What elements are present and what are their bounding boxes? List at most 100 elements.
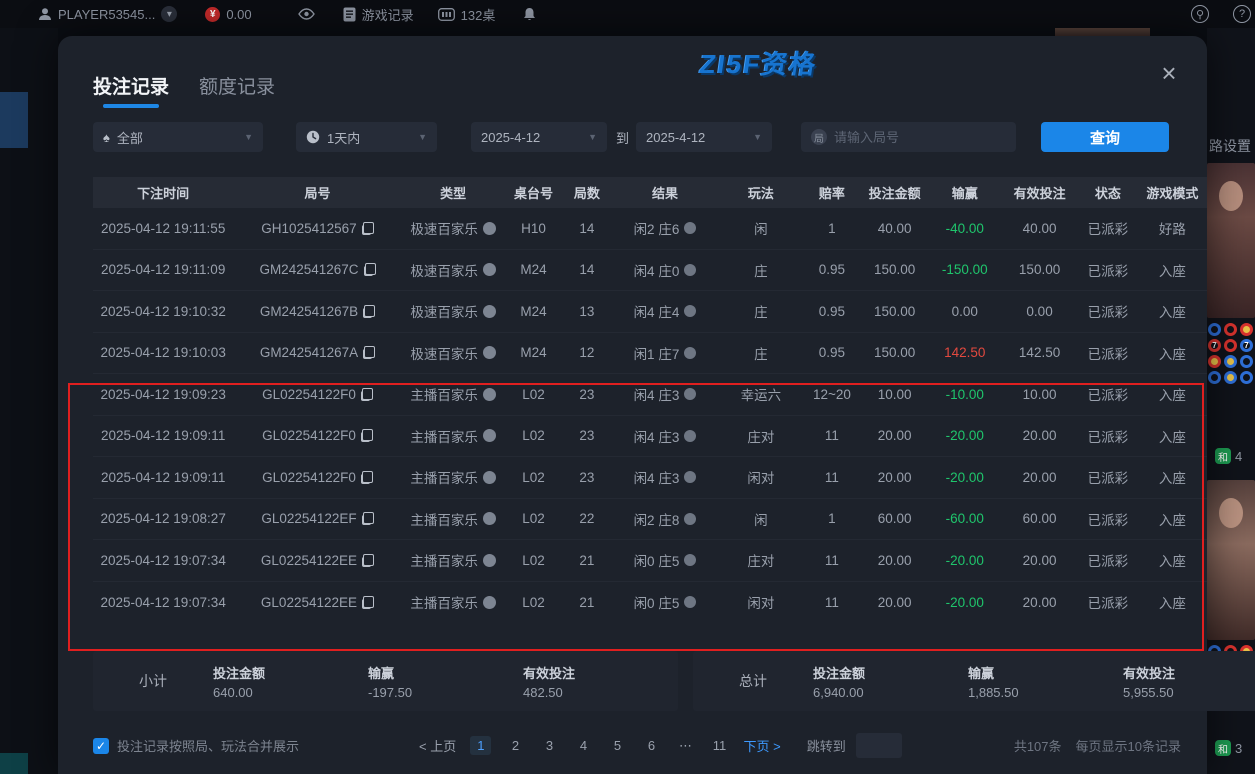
column-header: 输赢 [928, 183, 1001, 202]
info-icon[interactable] [483, 512, 496, 525]
cell-bet-time: 2025-04-12 19:09:11 [93, 428, 233, 443]
page-button[interactable]: 4 [573, 738, 593, 753]
jump-page-input[interactable] [856, 733, 902, 758]
cell-round-no: 23 [563, 387, 612, 402]
page-button[interactable]: 5 [607, 738, 627, 753]
round-search-box[interactable]: 局 [801, 122, 1016, 152]
modal-tabs: 投注记录 额度记录 [58, 36, 1207, 108]
date-to-picker[interactable]: 2025-4-12 ▼ [636, 122, 772, 152]
cell-bet-time: 2025-04-12 19:09:23 [93, 387, 233, 402]
cell-play-type: 闲 [719, 218, 803, 238]
cell-result: 闲4 庄0 [611, 260, 719, 280]
page-button[interactable]: 11 [709, 738, 729, 753]
cell-valid-bet: 60.00 [1001, 511, 1078, 526]
page-button[interactable]: 1 [470, 736, 491, 755]
column-header: 类型 [402, 183, 505, 202]
game-records-button[interactable]: 游戏记录 [343, 5, 414, 24]
copy-icon[interactable] [361, 471, 373, 484]
merge-checkbox[interactable]: ✓ [93, 738, 109, 754]
close-icon[interactable]: × [1157, 62, 1181, 86]
result-detail-icon[interactable] [684, 471, 696, 483]
info-icon[interactable] [483, 471, 496, 484]
copy-icon[interactable] [364, 263, 376, 276]
pagination: < 上页 123456 ⋯ 11 下页 > [419, 736, 781, 755]
info-icon[interactable] [483, 596, 496, 609]
query-button[interactable]: 查询 [1041, 122, 1169, 152]
info-icon[interactable] [483, 346, 496, 359]
chevron-down-icon[interactable]: ▾ [161, 6, 177, 22]
cell-table-no: L02 [505, 595, 563, 610]
help-icon[interactable]: ? [1233, 5, 1251, 23]
cell-win-loss: -10.00 [928, 387, 1001, 402]
copy-icon[interactable] [363, 305, 375, 318]
tie-icon: 和 [1215, 448, 1231, 464]
cell-game-mode: 入座 [1138, 384, 1207, 404]
cell-round-id: GL02254122EF [233, 511, 401, 526]
round-search-input[interactable] [834, 130, 984, 145]
notifications-button[interactable] [523, 7, 536, 21]
cell-bet-time: 2025-04-12 19:07:34 [93, 553, 233, 568]
cell-result: 闲0 庄5 [611, 550, 719, 570]
result-detail-icon[interactable] [684, 554, 696, 566]
cell-round-id: GM242541267C [233, 262, 401, 277]
info-icon[interactable] [483, 263, 496, 276]
time-range-select[interactable]: 1天内 ▼ [296, 122, 437, 152]
total-wl-value: 1,885.50 [968, 685, 1123, 700]
merge-checkbox-label: 投注记录按照局、玩法合并展示 [117, 736, 299, 755]
copy-icon[interactable] [362, 222, 374, 235]
info-icon[interactable] [483, 388, 496, 401]
balance-visibility-toggle[interactable] [298, 8, 315, 20]
jump-label: 跳转到 [807, 736, 846, 755]
next-page-button[interactable]: 下页 > [743, 736, 780, 755]
total-label: 总计 [693, 671, 813, 691]
result-detail-icon[interactable] [684, 305, 696, 317]
subtotal-bet-label: 投注金额 [213, 663, 368, 682]
player-account[interactable]: PLAYER53545... ▾ [38, 6, 177, 22]
copy-icon[interactable] [362, 596, 374, 609]
info-icon[interactable] [483, 429, 496, 442]
result-detail-icon[interactable] [684, 388, 696, 400]
round-icon: 局 [811, 129, 827, 145]
prev-page-button[interactable]: < 上页 [419, 736, 456, 755]
result-detail-icon[interactable] [684, 347, 696, 359]
copy-icon[interactable] [362, 554, 374, 567]
subtotal-valid-value: 482.50 [523, 685, 678, 700]
page-ellipsis[interactable]: ⋯ [675, 738, 695, 754]
cell-table-no: L02 [505, 387, 563, 402]
cell-valid-bet: 40.00 [1001, 221, 1078, 236]
tables-button[interactable]: 132桌 [438, 5, 496, 24]
column-header: 有效投注 [1001, 183, 1078, 202]
column-header: 桌台号 [505, 183, 563, 202]
page-button[interactable]: 6 [641, 738, 661, 753]
road-settings-label: 路设置 [1209, 136, 1251, 156]
cell-game-type: 主播百家乐 [402, 509, 505, 529]
page-button[interactable]: 3 [539, 738, 559, 753]
result-detail-icon[interactable] [684, 264, 696, 276]
bead-road: 77 [1208, 323, 1255, 384]
tab-quota-records[interactable]: 额度记录 [199, 72, 275, 108]
info-icon[interactable] [483, 222, 496, 235]
page-button[interactable]: 2 [505, 738, 525, 753]
cell-win-loss: -20.00 [928, 595, 1001, 610]
info-icon[interactable] [483, 305, 496, 318]
spade-icon: ♠ [103, 130, 110, 145]
table-row: 2025-04-12 19:09:23 GL02254122F0 主播百家乐 L… [93, 374, 1207, 416]
date-from-picker[interactable]: 2025-4-12 ▼ [471, 122, 607, 152]
column-header: 局号 [233, 183, 401, 202]
cell-bet-amount: 10.00 [861, 387, 928, 402]
game-category-select[interactable]: ♠ 全部 ▼ [93, 122, 263, 152]
date-to-value: 2025-4-12 [646, 130, 705, 145]
tab-bet-records[interactable]: 投注记录 [93, 72, 169, 108]
copy-icon[interactable] [362, 512, 374, 525]
result-detail-icon[interactable] [684, 222, 696, 234]
column-header: 赔率 [803, 183, 861, 202]
result-detail-icon[interactable] [684, 513, 696, 525]
table-row: 2025-04-12 19:11:09 GM242541267C 极速百家乐 M… [93, 250, 1207, 292]
copy-icon[interactable] [361, 429, 373, 442]
result-detail-icon[interactable] [684, 596, 696, 608]
search-icon[interactable]: ⚲ [1191, 5, 1209, 23]
copy-icon[interactable] [363, 346, 375, 359]
copy-icon[interactable] [361, 388, 373, 401]
info-icon[interactable] [483, 554, 496, 567]
result-detail-icon[interactable] [684, 430, 696, 442]
